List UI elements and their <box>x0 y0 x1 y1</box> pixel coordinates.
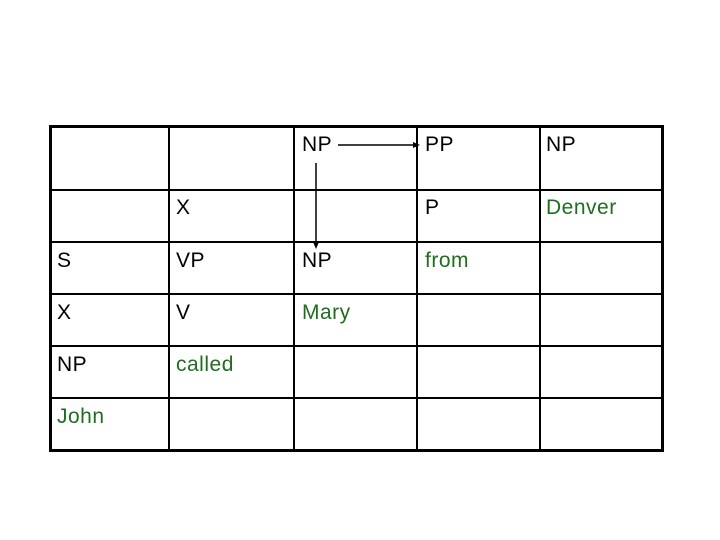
parse-chart-grid <box>49 125 664 452</box>
word-cell: called <box>176 353 234 376</box>
word-cell: Mary <box>302 301 351 324</box>
category-cell: V <box>176 301 191 324</box>
arrowhead-down <box>313 242 319 249</box>
category-cell: X <box>176 196 191 219</box>
arrow-down <box>313 163 319 249</box>
category-cell: NP <box>546 133 577 156</box>
category-cell: NP <box>302 249 333 272</box>
category-cell: X <box>57 301 72 324</box>
category-cell: S <box>57 249 72 272</box>
word-cell: from <box>425 249 469 272</box>
word-cell: John <box>57 405 105 428</box>
word-cell: Denver <box>546 196 617 219</box>
category-cell: NP <box>302 133 333 156</box>
category-cell: PP <box>425 133 455 156</box>
outer-border <box>49 125 664 452</box>
category-cell: NP <box>57 353 88 376</box>
arrow-right <box>338 142 420 148</box>
category-cell: P <box>425 196 440 219</box>
table-lines <box>49 125 664 452</box>
category-cell: VP <box>176 249 206 272</box>
